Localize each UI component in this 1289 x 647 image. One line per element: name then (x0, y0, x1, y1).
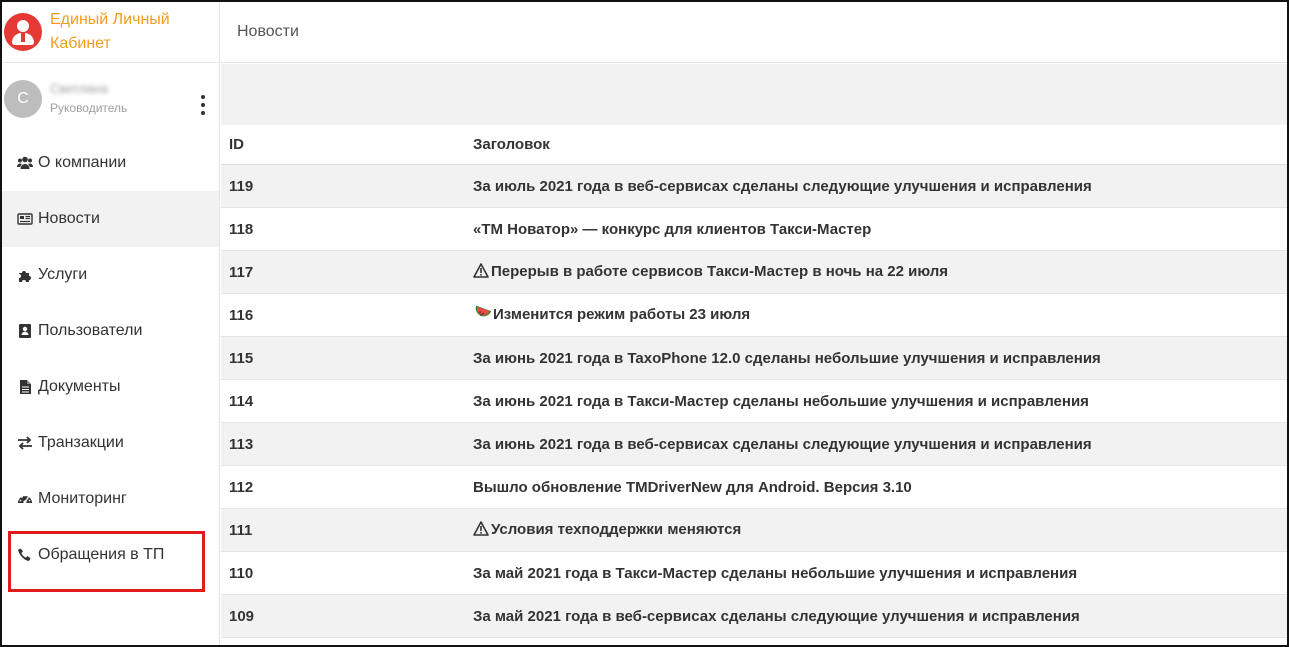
user-role: Руководитель (50, 101, 128, 115)
table-row[interactable]: 109 За май 2021 года в веб-сервисах сдел… (221, 595, 1287, 638)
table-row[interactable]: 110 За май 2021 года в Такси-Мастер сдел… (221, 552, 1287, 595)
cell-title: «ТМ Новатор» — конкурс для клиентов Такс… (473, 220, 872, 238)
table-header: ID Заголовок (221, 125, 1287, 165)
table-row[interactable]: 117 Перерыв в работе сервисов Такси-Маст… (221, 251, 1287, 294)
column-header-title[interactable]: Заголовок (473, 136, 1287, 153)
cell-id: 115 (229, 349, 254, 367)
table-body: 119 За июль 2021 года в веб-сервисах сде… (221, 165, 1287, 638)
user-logo-icon (4, 13, 42, 51)
sidebar-item-label: Документы (38, 378, 121, 395)
toolbar-area (221, 64, 1287, 125)
warning-icon (473, 520, 489, 540)
sidebar-item-documents[interactable]: Документы (2, 359, 219, 415)
table-row[interactable]: 112 Вышло обновление TMDriverNew для And… (221, 466, 1287, 509)
table-row[interactable]: 116 Изменится режим работы 23 июля (221, 294, 1287, 337)
table-row[interactable]: 111 Условия техподдержки меняются (221, 509, 1287, 552)
cell-title: Перерыв в работе сервисов Такси-Мастер в… (491, 262, 949, 280)
cell-title: За июль 2021 года в веб-сервисах сделаны… (473, 177, 1092, 195)
cell-id: 117 (229, 263, 254, 281)
table-row[interactable]: 118 «ТМ Новатор» — конкурс для клиентов … (221, 208, 1287, 251)
sidebar-item-label: О компании (38, 154, 127, 171)
sidebar-item-company[interactable]: О компании (2, 135, 219, 191)
cell-title: За май 2021 года в Такси-Мастер сделаны … (473, 564, 1078, 582)
brand-header[interactable]: Единый Личный Кабинет (2, 2, 219, 63)
table-row[interactable]: 115 За июнь 2021 года в TaxoPhone 12.0 с… (221, 337, 1287, 380)
column-header-id[interactable]: ID (221, 136, 473, 153)
sidebar-item-label: Обращения в ТП (38, 546, 165, 563)
users-icon (16, 155, 34, 171)
sidebar-item-label: Услуги (38, 266, 88, 283)
cell-id: 109 (229, 607, 255, 625)
news-table: ID Заголовок 119 За июль 2021 года в веб… (221, 125, 1287, 638)
sidebar-item-news[interactable]: Новости (2, 191, 219, 247)
table-row[interactable]: 119 За июль 2021 года в веб-сервисах сде… (221, 165, 1287, 208)
user-name: Светлана (50, 81, 108, 96)
cell-id: 113 (229, 435, 254, 453)
app-window: Единый Личный Кабинет С Светлана Руковод… (0, 0, 1289, 647)
cell-id: 114 (229, 392, 254, 410)
more-vert-icon[interactable] (197, 95, 209, 115)
cell-id: 118 (229, 220, 254, 238)
contact-card-icon (16, 323, 34, 339)
user-panel: С Светлана Руководитель (2, 63, 219, 135)
warning-icon (473, 262, 489, 282)
cell-title: Изменится режим работы 23 июля (493, 306, 751, 323)
table-row[interactable]: 114 За июнь 2021 года в Такси-Мастер сде… (221, 380, 1287, 423)
cell-id: 110 (229, 564, 254, 582)
document-icon (16, 379, 34, 395)
page-header: Новости (221, 2, 1287, 63)
exchange-icon (16, 435, 34, 451)
sidebar-item-support-tickets[interactable]: Обращения в ТП (2, 527, 219, 583)
brand-title: Единый Личный Кабинет (50, 11, 170, 52)
page-title: Новости (237, 23, 299, 40)
cell-id: 111 (229, 521, 253, 539)
sidebar-item-monitoring[interactable]: Мониторинг (2, 471, 219, 527)
sidebar: Единый Личный Кабинет С Светлана Руковод… (2, 2, 220, 645)
sidebar-item-label: Мониторинг (38, 490, 127, 507)
sidebar-item-services[interactable]: Услуги (2, 247, 219, 303)
puzzle-icon (16, 267, 34, 283)
sidebar-item-label: Транзакции (38, 434, 124, 451)
cell-title: Условия техподдержки меняются (491, 520, 742, 538)
dashboard-gauge-icon (16, 491, 34, 507)
newspaper-icon (16, 211, 34, 227)
cell-title: За июнь 2021 года в Такси-Мастер сделаны… (473, 392, 1089, 410)
cell-id: 112 (229, 478, 254, 496)
avatar[interactable]: С (4, 80, 42, 118)
cell-title: За июнь 2021 года в веб-сервисах сделаны… (473, 435, 1092, 453)
table-row[interactable]: 113 За июнь 2021 года в веб-сервисах сде… (221, 423, 1287, 466)
sidebar-item-users[interactable]: Пользователи (2, 303, 219, 359)
watermelon-icon (473, 305, 492, 325)
cell-id: 119 (229, 177, 254, 195)
cell-title: За май 2021 года в веб-сервисах сделаны … (473, 607, 1080, 625)
phone-icon (16, 547, 34, 563)
sidebar-item-transactions[interactable]: Транзакции (2, 415, 219, 471)
sidebar-item-label: Пользователи (38, 322, 143, 339)
cell-title: Вышло обновление TMDriverNew для Android… (473, 478, 912, 496)
cell-id: 116 (229, 306, 254, 324)
sidebar-nav: О компании Новости Услуги Пользователи Д… (2, 135, 219, 583)
sidebar-item-label: Новости (38, 210, 100, 227)
cell-title: За июнь 2021 года в TaxoPhone 12.0 сдела… (473, 349, 1101, 367)
